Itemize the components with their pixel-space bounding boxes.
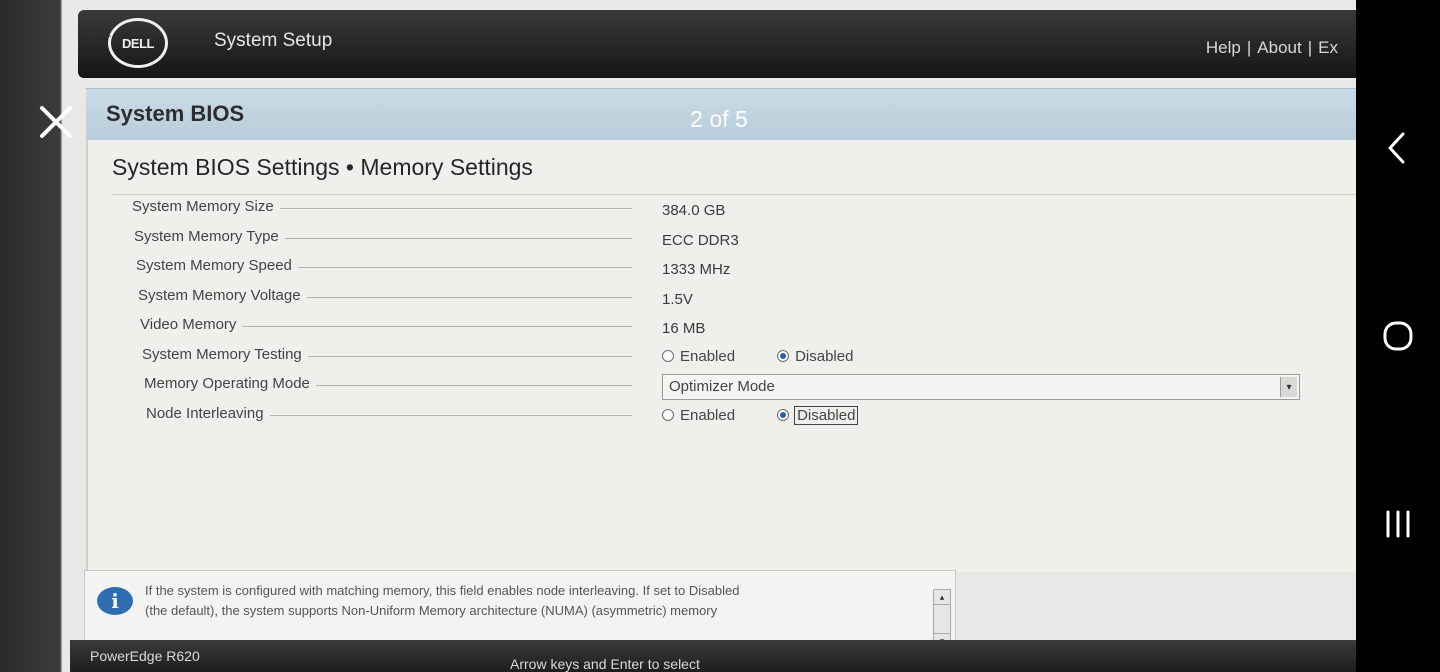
exit-link[interactable]: Ex bbox=[1318, 38, 1338, 57]
setting-value: 1.5V bbox=[662, 290, 693, 308]
help-link[interactable]: Help bbox=[1206, 38, 1241, 57]
setting-node-interleaving: Node Interleaving Enabled Disabled bbox=[132, 399, 1332, 429]
about-link[interactable]: About bbox=[1257, 38, 1301, 57]
status-time: 1:2 bbox=[84, 20, 112, 42]
bios-title: System BIOS bbox=[106, 101, 245, 126]
radio-off-icon bbox=[662, 350, 674, 362]
operating-mode-select[interactable]: Optimizer Mode ▾ bbox=[662, 374, 1300, 400]
link-separator: | bbox=[1246, 38, 1252, 57]
memory-testing-radio-group: Enabled Disabled bbox=[662, 348, 853, 365]
dropdown-arrow-icon[interactable]: ▾ bbox=[1280, 377, 1297, 397]
setting-label: System Memory Testing bbox=[142, 345, 308, 363]
setting-label: Video Memory bbox=[140, 316, 243, 333]
setting-label: System Memory Type bbox=[134, 227, 285, 245]
link-separator: | bbox=[1307, 38, 1313, 57]
radio-label: Disabled bbox=[795, 347, 854, 365]
help-text: If the system is configured with matchin… bbox=[145, 581, 925, 621]
bios-header: System BIOS bbox=[86, 88, 1356, 141]
home-icon[interactable] bbox=[1378, 316, 1418, 356]
setting-label: Memory Operating Mode bbox=[144, 375, 316, 392]
back-icon[interactable] bbox=[1378, 128, 1418, 168]
settings-panel: System BIOS Settings • Memory Settings S… bbox=[86, 140, 1356, 572]
radio-off-icon bbox=[662, 409, 674, 421]
setting-value: 384.0 GB bbox=[662, 202, 726, 219]
setting-label: System Memory Speed bbox=[136, 257, 298, 274]
setting-value: 1333 MHz bbox=[662, 261, 731, 278]
radio-label: Enabled bbox=[680, 347, 736, 365]
model-name: PowerEdge R620 bbox=[90, 648, 200, 664]
radio-on-icon bbox=[777, 350, 790, 362]
setting-video-memory: Video Memory 16 MB bbox=[132, 310, 1332, 340]
memory-testing-enabled-radio[interactable]: Enabled bbox=[662, 348, 735, 365]
bios-photo: DELL System Setup Help | About | Ex System B… bbox=[0, 0, 1356, 672]
setting-label: Node Interleaving bbox=[146, 404, 270, 422]
setting-label: System Memory Voltage bbox=[138, 286, 307, 304]
app-title: System Setup bbox=[214, 30, 333, 51]
memory-testing-disabled-radio[interactable]: Disabled bbox=[777, 348, 853, 365]
dell-logo: DELL bbox=[108, 18, 168, 68]
node-interleaving-radio-group: Enabled Disabled bbox=[662, 405, 859, 425]
setting-memory-type: System Memory Type ECC DDR3 bbox=[132, 222, 1332, 252]
setting-value: ECC DDR3 bbox=[662, 231, 739, 249]
setting-memory-testing: System Memory Testing Enabled Disabled bbox=[132, 340, 1332, 370]
settings-list: System Memory Size 384.0 GB System Memor… bbox=[132, 192, 1332, 428]
scroll-up-icon[interactable]: ▴ bbox=[934, 590, 950, 605]
key-hint: Arrow keys and Enter to select bbox=[510, 656, 700, 672]
node-interleaving-enabled-radio[interactable]: Enabled bbox=[662, 407, 735, 424]
node-interleaving-disabled-radio[interactable]: Disabled bbox=[777, 405, 859, 425]
help-box: i If the system is configured with match… bbox=[84, 570, 956, 649]
help-line: (the default), the system supports Non-U… bbox=[145, 603, 718, 618]
setting-memory-voltage: System Memory Voltage 1.5V bbox=[132, 281, 1332, 311]
setting-memory-size: System Memory Size 384.0 GB bbox=[132, 192, 1332, 222]
info-icon: i bbox=[97, 587, 133, 615]
setting-label: System Memory Size bbox=[132, 198, 280, 215]
radio-on-icon bbox=[777, 409, 790, 421]
radio-label: Enabled bbox=[680, 406, 736, 424]
recent-apps-icon[interactable] bbox=[1378, 504, 1418, 544]
setting-value: 16 MB bbox=[662, 320, 706, 337]
setting-memory-speed: System Memory Speed 1333 MHz bbox=[132, 251, 1332, 281]
radio-label: Disabled bbox=[794, 405, 859, 425]
setting-operating-mode: Memory Operating Mode Optimizer Mode ▾ bbox=[132, 369, 1332, 400]
system-setup-bar: DELL System Setup Help | About | Ex bbox=[78, 10, 1356, 78]
top-links: Help | About | Ex bbox=[1206, 38, 1338, 58]
page-heading: System BIOS Settings • Memory Settings bbox=[112, 154, 533, 180]
footer-bar: PowerEdge R620 Arrow keys and Enter to s… bbox=[70, 640, 1356, 672]
help-line: If the system is configured with matchin… bbox=[145, 583, 740, 598]
android-nav-bar bbox=[1356, 0, 1440, 672]
close-icon[interactable] bbox=[36, 102, 76, 142]
select-value: Optimizer Mode bbox=[669, 378, 775, 395]
